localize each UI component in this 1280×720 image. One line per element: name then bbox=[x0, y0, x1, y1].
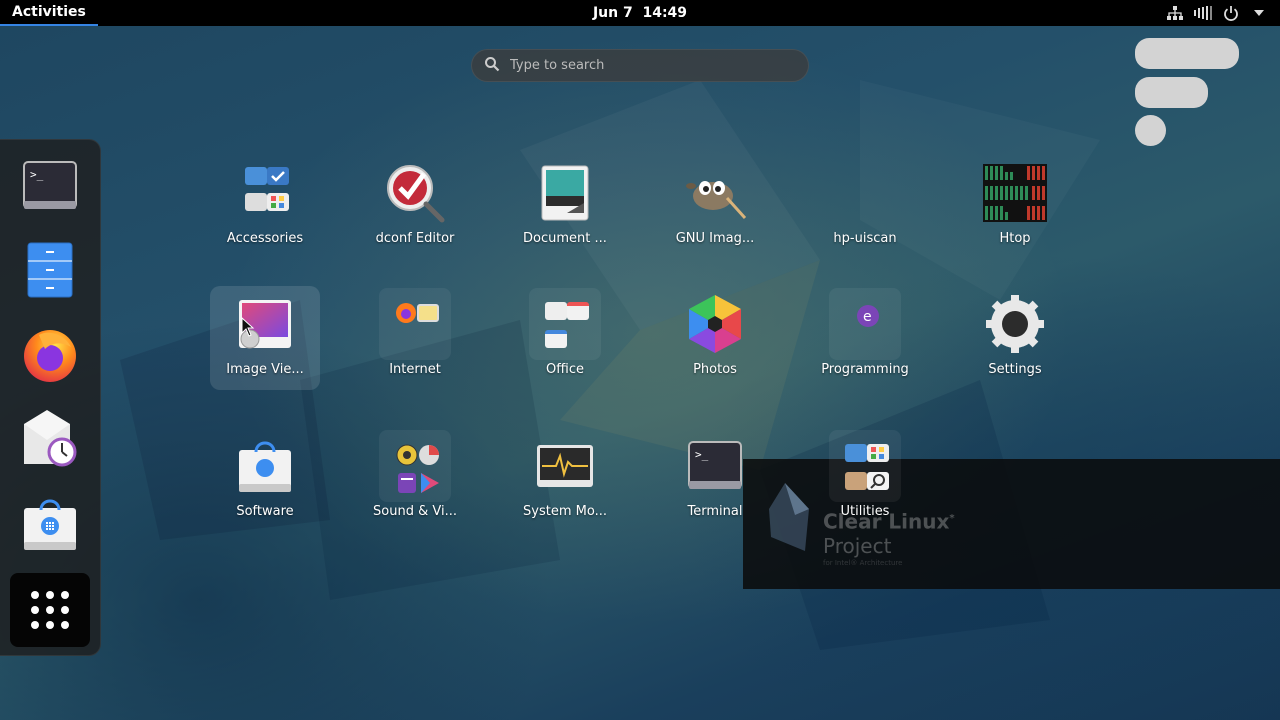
app-label: GNU Imag... bbox=[675, 231, 755, 246]
search-icon bbox=[484, 56, 500, 76]
app-label: Internet bbox=[389, 362, 441, 377]
app-hp-uiscan[interactable]: hp-uiscan bbox=[810, 155, 920, 259]
app-label: Accessories bbox=[226, 231, 304, 246]
app-photos[interactable]: Photos bbox=[660, 286, 770, 390]
terminal-icon: >_ bbox=[679, 430, 751, 502]
app-document-scanner[interactable]: Document ... bbox=[510, 155, 620, 259]
app-label: System Mo... bbox=[523, 504, 607, 519]
app-utilities-folder[interactable]: Utilities bbox=[810, 428, 920, 532]
internet-folder-icon bbox=[379, 288, 451, 360]
dash-firefox[interactable] bbox=[20, 324, 80, 384]
app-htop[interactable]: Htop bbox=[960, 155, 1070, 259]
show-applications-button[interactable] bbox=[10, 573, 90, 647]
app-software[interactable]: Software bbox=[210, 428, 320, 532]
utilities-folder-icon bbox=[829, 430, 901, 502]
app-settings[interactable]: Settings bbox=[960, 286, 1070, 390]
workspace-thumbnail-3[interactable] bbox=[1135, 115, 1166, 146]
app-accessories[interactable]: Accessories bbox=[210, 155, 320, 259]
clear-linux-logo-subtitle: for Intel® Architecture bbox=[823, 559, 903, 567]
search-input[interactable] bbox=[510, 58, 790, 73]
app-label: Utilities bbox=[840, 504, 890, 519]
dash-software[interactable] bbox=[20, 494, 80, 554]
sound-video-folder-icon bbox=[379, 430, 451, 502]
gimp-icon bbox=[679, 157, 751, 229]
svg-text:e: e bbox=[863, 309, 872, 325]
power-icon[interactable] bbox=[1222, 4, 1240, 22]
programming-folder-icon: e bbox=[829, 288, 901, 360]
accessories-folder-icon bbox=[229, 157, 301, 229]
workspace-thumbnail-2[interactable] bbox=[1135, 77, 1208, 108]
app-label: Programming bbox=[821, 362, 909, 377]
dash-evolution[interactable] bbox=[20, 410, 80, 470]
dash: >_ bbox=[0, 139, 101, 656]
image-viewer-icon bbox=[229, 288, 301, 360]
system-monitor-icon bbox=[529, 430, 601, 502]
app-label: dconf Editor bbox=[375, 231, 455, 246]
software-icon bbox=[24, 499, 76, 550]
top-bar: Activities Jun 7 14:49 bbox=[0, 0, 1280, 26]
clock: Jun 7 14:49 bbox=[0, 0, 1280, 26]
app-label: Office bbox=[546, 362, 584, 377]
activities-button[interactable]: Activities bbox=[0, 0, 98, 26]
firefox-icon bbox=[24, 330, 76, 382]
files-icon bbox=[27, 242, 73, 298]
app-label: Photos bbox=[693, 362, 737, 377]
workspace-thumbnail-1[interactable] bbox=[1135, 38, 1239, 69]
app-label: Document ... bbox=[523, 231, 607, 246]
app-label: Software bbox=[236, 504, 294, 519]
htop-icon bbox=[979, 157, 1051, 229]
wallpaper bbox=[120, 80, 1050, 650]
app-label: Sound & Vi... bbox=[373, 504, 457, 519]
dash-files[interactable] bbox=[20, 240, 80, 300]
evolution-icon bbox=[24, 410, 77, 467]
system-tray[interactable] bbox=[1166, 0, 1268, 26]
hp-uiscan-icon bbox=[829, 157, 901, 229]
photos-icon bbox=[679, 288, 751, 360]
clock-label[interactable]: Jun 7 14:49 bbox=[593, 5, 687, 21]
dconf-editor-icon bbox=[379, 157, 451, 229]
settings-icon bbox=[979, 288, 1051, 360]
app-office-folder[interactable]: Office bbox=[510, 286, 620, 390]
activities-label: Activities bbox=[12, 4, 86, 20]
terminal-icon: >_ bbox=[23, 161, 77, 209]
app-sound-video-folder[interactable]: Sound & Vi... bbox=[360, 428, 470, 532]
app-internet-folder[interactable]: Internet bbox=[360, 286, 470, 390]
office-folder-icon bbox=[529, 288, 601, 360]
app-dconf-editor[interactable]: dconf Editor bbox=[360, 155, 470, 259]
svg-text:>_: >_ bbox=[695, 448, 709, 461]
chevron-down-icon[interactable] bbox=[1250, 4, 1268, 22]
app-label: Settings bbox=[988, 362, 1042, 377]
app-system-monitor[interactable]: System Mo... bbox=[510, 428, 620, 532]
app-programming-folder[interactable]: e Programming bbox=[810, 286, 920, 390]
software-icon bbox=[229, 430, 301, 502]
search-bar[interactable] bbox=[471, 49, 809, 82]
app-grid-icon bbox=[31, 591, 69, 629]
app-label: Terminal bbox=[687, 504, 743, 519]
app-image-viewer[interactable]: Image Vie... bbox=[210, 286, 320, 390]
app-label: Image Vie... bbox=[226, 362, 304, 377]
app-gimp[interactable]: GNU Imag... bbox=[660, 155, 770, 259]
svg-text:>_: >_ bbox=[30, 168, 44, 181]
mouse-cursor-icon bbox=[241, 317, 255, 337]
network-icon[interactable] bbox=[1166, 4, 1184, 22]
volume-icon[interactable] bbox=[1194, 4, 1212, 22]
app-label: hp-uiscan bbox=[833, 231, 897, 246]
dash-terminal[interactable]: >_ bbox=[20, 156, 80, 216]
app-label: Htop bbox=[999, 231, 1031, 246]
document-scanner-icon bbox=[529, 157, 601, 229]
